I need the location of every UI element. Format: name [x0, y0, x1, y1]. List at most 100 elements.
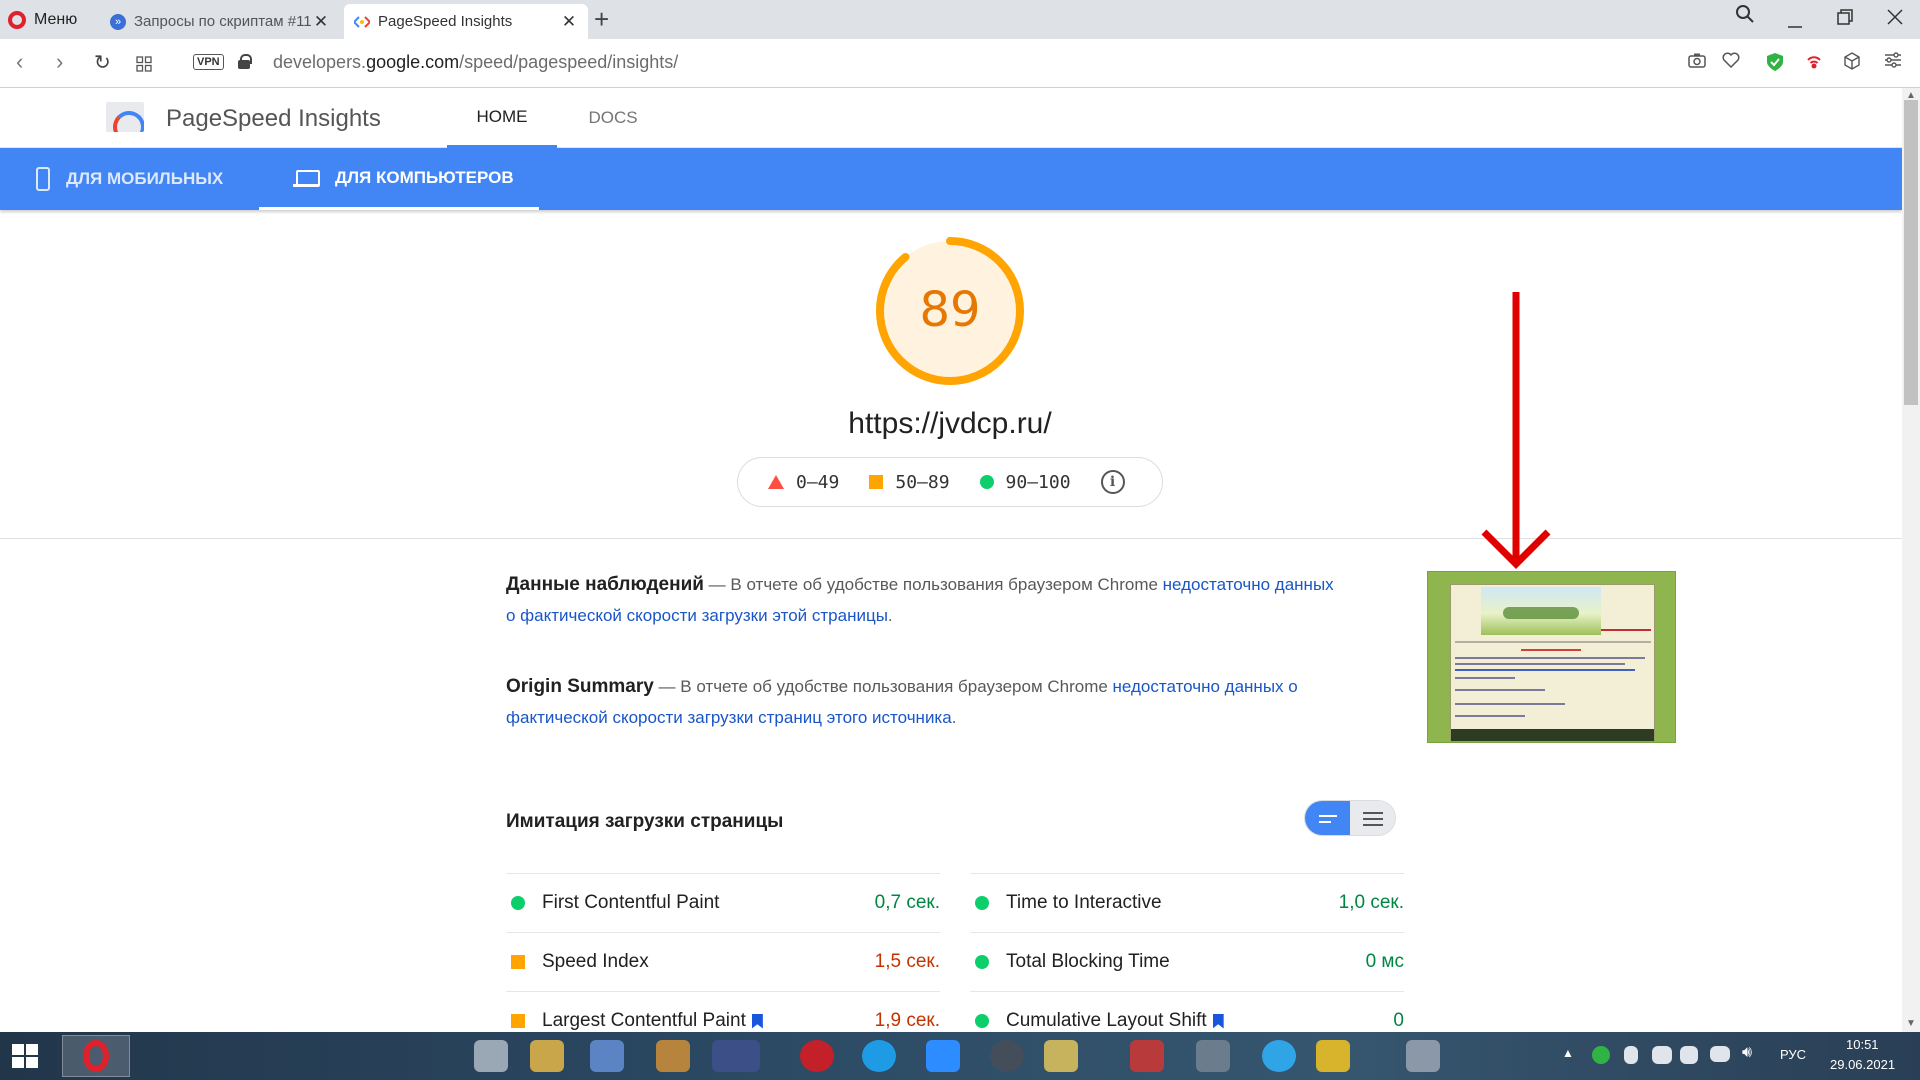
tray-date[interactable]: 29.06.2021 [1830, 1057, 1895, 1072]
metric-speed-index: Speed Index 1,5 сек. [506, 932, 940, 991]
taskbar-app-icon[interactable] [1316, 1040, 1350, 1072]
thumbnail-line [1455, 677, 1515, 679]
opera-logo-icon [8, 11, 26, 29]
tray-app-icon[interactable] [1652, 1046, 1672, 1064]
tray-usb-icon[interactable] [1624, 1046, 1638, 1064]
origin-summary-title: Origin Summary [506, 676, 654, 697]
average-square-icon [511, 955, 525, 969]
section-divider [0, 538, 1902, 539]
taskbar-app-icon[interactable] [1262, 1040, 1296, 1072]
url-field[interactable]: developers.google.com/speed/pagespeed/in… [273, 52, 678, 73]
speed-dial-icon[interactable] [136, 52, 152, 78]
url-path: /speed/pagespeed/insights/ [459, 52, 679, 72]
tab-home[interactable]: HOME [447, 88, 557, 148]
taskbar-app-icon[interactable] [1044, 1040, 1078, 1072]
compact-view-icon[interactable] [1305, 801, 1350, 835]
forum-favicon-icon: » [110, 13, 126, 30]
triangle-icon [768, 475, 784, 489]
metric-tbt: Total Blocking Time 0 мс [970, 932, 1404, 991]
opera-menu-button[interactable]: Меню [8, 6, 77, 34]
performance-score: 89 [919, 282, 981, 338]
taskbar-speedtest-icon[interactable] [990, 1040, 1024, 1072]
taskbar-app-icon[interactable] [1130, 1040, 1164, 1072]
forward-icon[interactable]: › [56, 49, 63, 75]
thumbnail-line [1455, 657, 1645, 659]
tab-mobile[interactable]: ДЛЯ МОБИЛЬНЫХ [0, 148, 254, 210]
taskbar-app-icon[interactable] [474, 1040, 508, 1072]
taskbar-skype-icon[interactable] [862, 1040, 896, 1072]
metrics-left-column: First Contentful Paint 0,7 сек. Speed In… [506, 873, 940, 1050]
lock-icon[interactable] [238, 54, 252, 69]
origin-summary-suffix: . [951, 708, 957, 727]
tray-network-icon[interactable] [1710, 1046, 1730, 1062]
page-scrollbar-thumb[interactable] [1904, 100, 1918, 405]
address-bar: ‹ › ↻ VPN developers.google.com/speed/pa… [0, 39, 1920, 88]
metric-name: First Contentful Paint [542, 892, 720, 913]
legend-fail: 0–49 [768, 472, 839, 493]
reload-icon[interactable]: ↻ [94, 50, 111, 75]
taskbar-app-icon[interactable] [712, 1040, 760, 1072]
thumbnail-line [1455, 689, 1545, 691]
restore-icon[interactable] [1830, 8, 1860, 31]
wifi-extension-icon[interactable] [1805, 52, 1823, 76]
taskbar-zoom-icon[interactable] [926, 1040, 960, 1072]
psi-title[interactable]: PageSpeed Insights [166, 105, 381, 133]
tab-close-icon[interactable]: ✕ [560, 12, 578, 32]
metrics-view-toggle[interactable] [1304, 800, 1396, 836]
cube-extension-icon[interactable] [1844, 52, 1860, 76]
search-icon[interactable] [1730, 4, 1760, 30]
pagespeed-logo-icon[interactable] [106, 102, 144, 132]
red-arrow-annotation [1481, 292, 1551, 569]
minimize-icon[interactable] [1780, 12, 1810, 35]
tray-security-icon[interactable] [1592, 1046, 1610, 1064]
heart-icon[interactable] [1722, 52, 1740, 74]
browser-tab-scripts[interactable]: » Запросы по скриптам #11 ✕ [100, 4, 340, 39]
circle-icon [979, 475, 994, 489]
adblock-shield-icon[interactable] [1766, 52, 1784, 78]
menu-label: Меню [34, 11, 78, 28]
taskbar-app-icon[interactable] [656, 1040, 690, 1072]
metric-name: Largest Contentful Paint [542, 1010, 746, 1031]
metric-value: 0,7 сек. [874, 892, 940, 913]
metric-tti: Time to Interactive 1,0 сек. [970, 873, 1404, 932]
tray-volume-icon[interactable]: 🔊︎ [1742, 1044, 1752, 1062]
tab-label: Запросы по скриптам #11 [134, 13, 312, 30]
tray-expand-icon[interactable]: ▲ [1562, 1046, 1574, 1060]
info-icon[interactable]: i [1100, 470, 1125, 494]
thumbnail-line [1455, 703, 1565, 705]
laptop-icon [293, 168, 320, 188]
tab-docs[interactable]: DOCS [568, 88, 658, 148]
vpn-badge[interactable]: VPN [193, 54, 224, 70]
field-data-section: Данные наблюдений — В отчете об удобстве… [506, 569, 1336, 631]
taskbar-folder-icon[interactable] [530, 1040, 564, 1072]
metric-value: 1,0 сек. [1338, 892, 1404, 913]
expanded-view-icon[interactable] [1350, 801, 1395, 835]
taskbar-app-icon[interactable] [590, 1040, 624, 1072]
scroll-down-icon[interactable]: ▼ [1905, 1018, 1917, 1029]
phone-icon [36, 167, 50, 191]
windows-taskbar: ▲ 🔊︎ РУС 10:51 29.06.2021 [0, 1032, 1920, 1080]
close-window-icon[interactable] [1880, 8, 1910, 31]
tray-app-icon[interactable] [1680, 1046, 1698, 1064]
thumbnail-line [1455, 663, 1625, 665]
tray-time[interactable]: 10:51 [1846, 1037, 1879, 1052]
camera-icon[interactable] [1688, 52, 1706, 74]
easy-setup-icon[interactable] [1884, 52, 1902, 74]
device-tab-bar: ДЛЯ МОБИЛЬНЫХ ДЛЯ КОМПЬЮТЕРОВ [0, 148, 1902, 210]
windows-start-icon[interactable] [12, 1044, 38, 1068]
new-tab-icon[interactable]: + [594, 6, 609, 32]
score-legend: 0–49 50–89 90–100 i [737, 457, 1163, 507]
tray-language[interactable]: РУС [1780, 1047, 1806, 1062]
taskbar-opera-icon[interactable] [62, 1035, 130, 1077]
tab-desktop[interactable]: ДЛЯ КОМПЬЮТЕРОВ [259, 148, 539, 210]
taskbar-opera-gx-icon[interactable] [800, 1040, 834, 1072]
taskbar-recycle-bin-icon[interactable] [1406, 1040, 1440, 1072]
metric-value: 1,9 сек. [874, 1010, 940, 1031]
thumbnail-banner-title [1503, 607, 1579, 619]
tab-mobile-label: ДЛЯ МОБИЛЬНЫХ [66, 169, 224, 188]
browser-tab-pagespeed[interactable]: PageSpeed Insights ✕ [344, 4, 588, 39]
taskbar-app-icon[interactable] [1196, 1040, 1230, 1072]
field-data-title: Данные наблюдений [506, 574, 704, 595]
tab-close-icon[interactable]: ✕ [312, 12, 330, 32]
back-icon[interactable]: ‹ [16, 49, 23, 75]
